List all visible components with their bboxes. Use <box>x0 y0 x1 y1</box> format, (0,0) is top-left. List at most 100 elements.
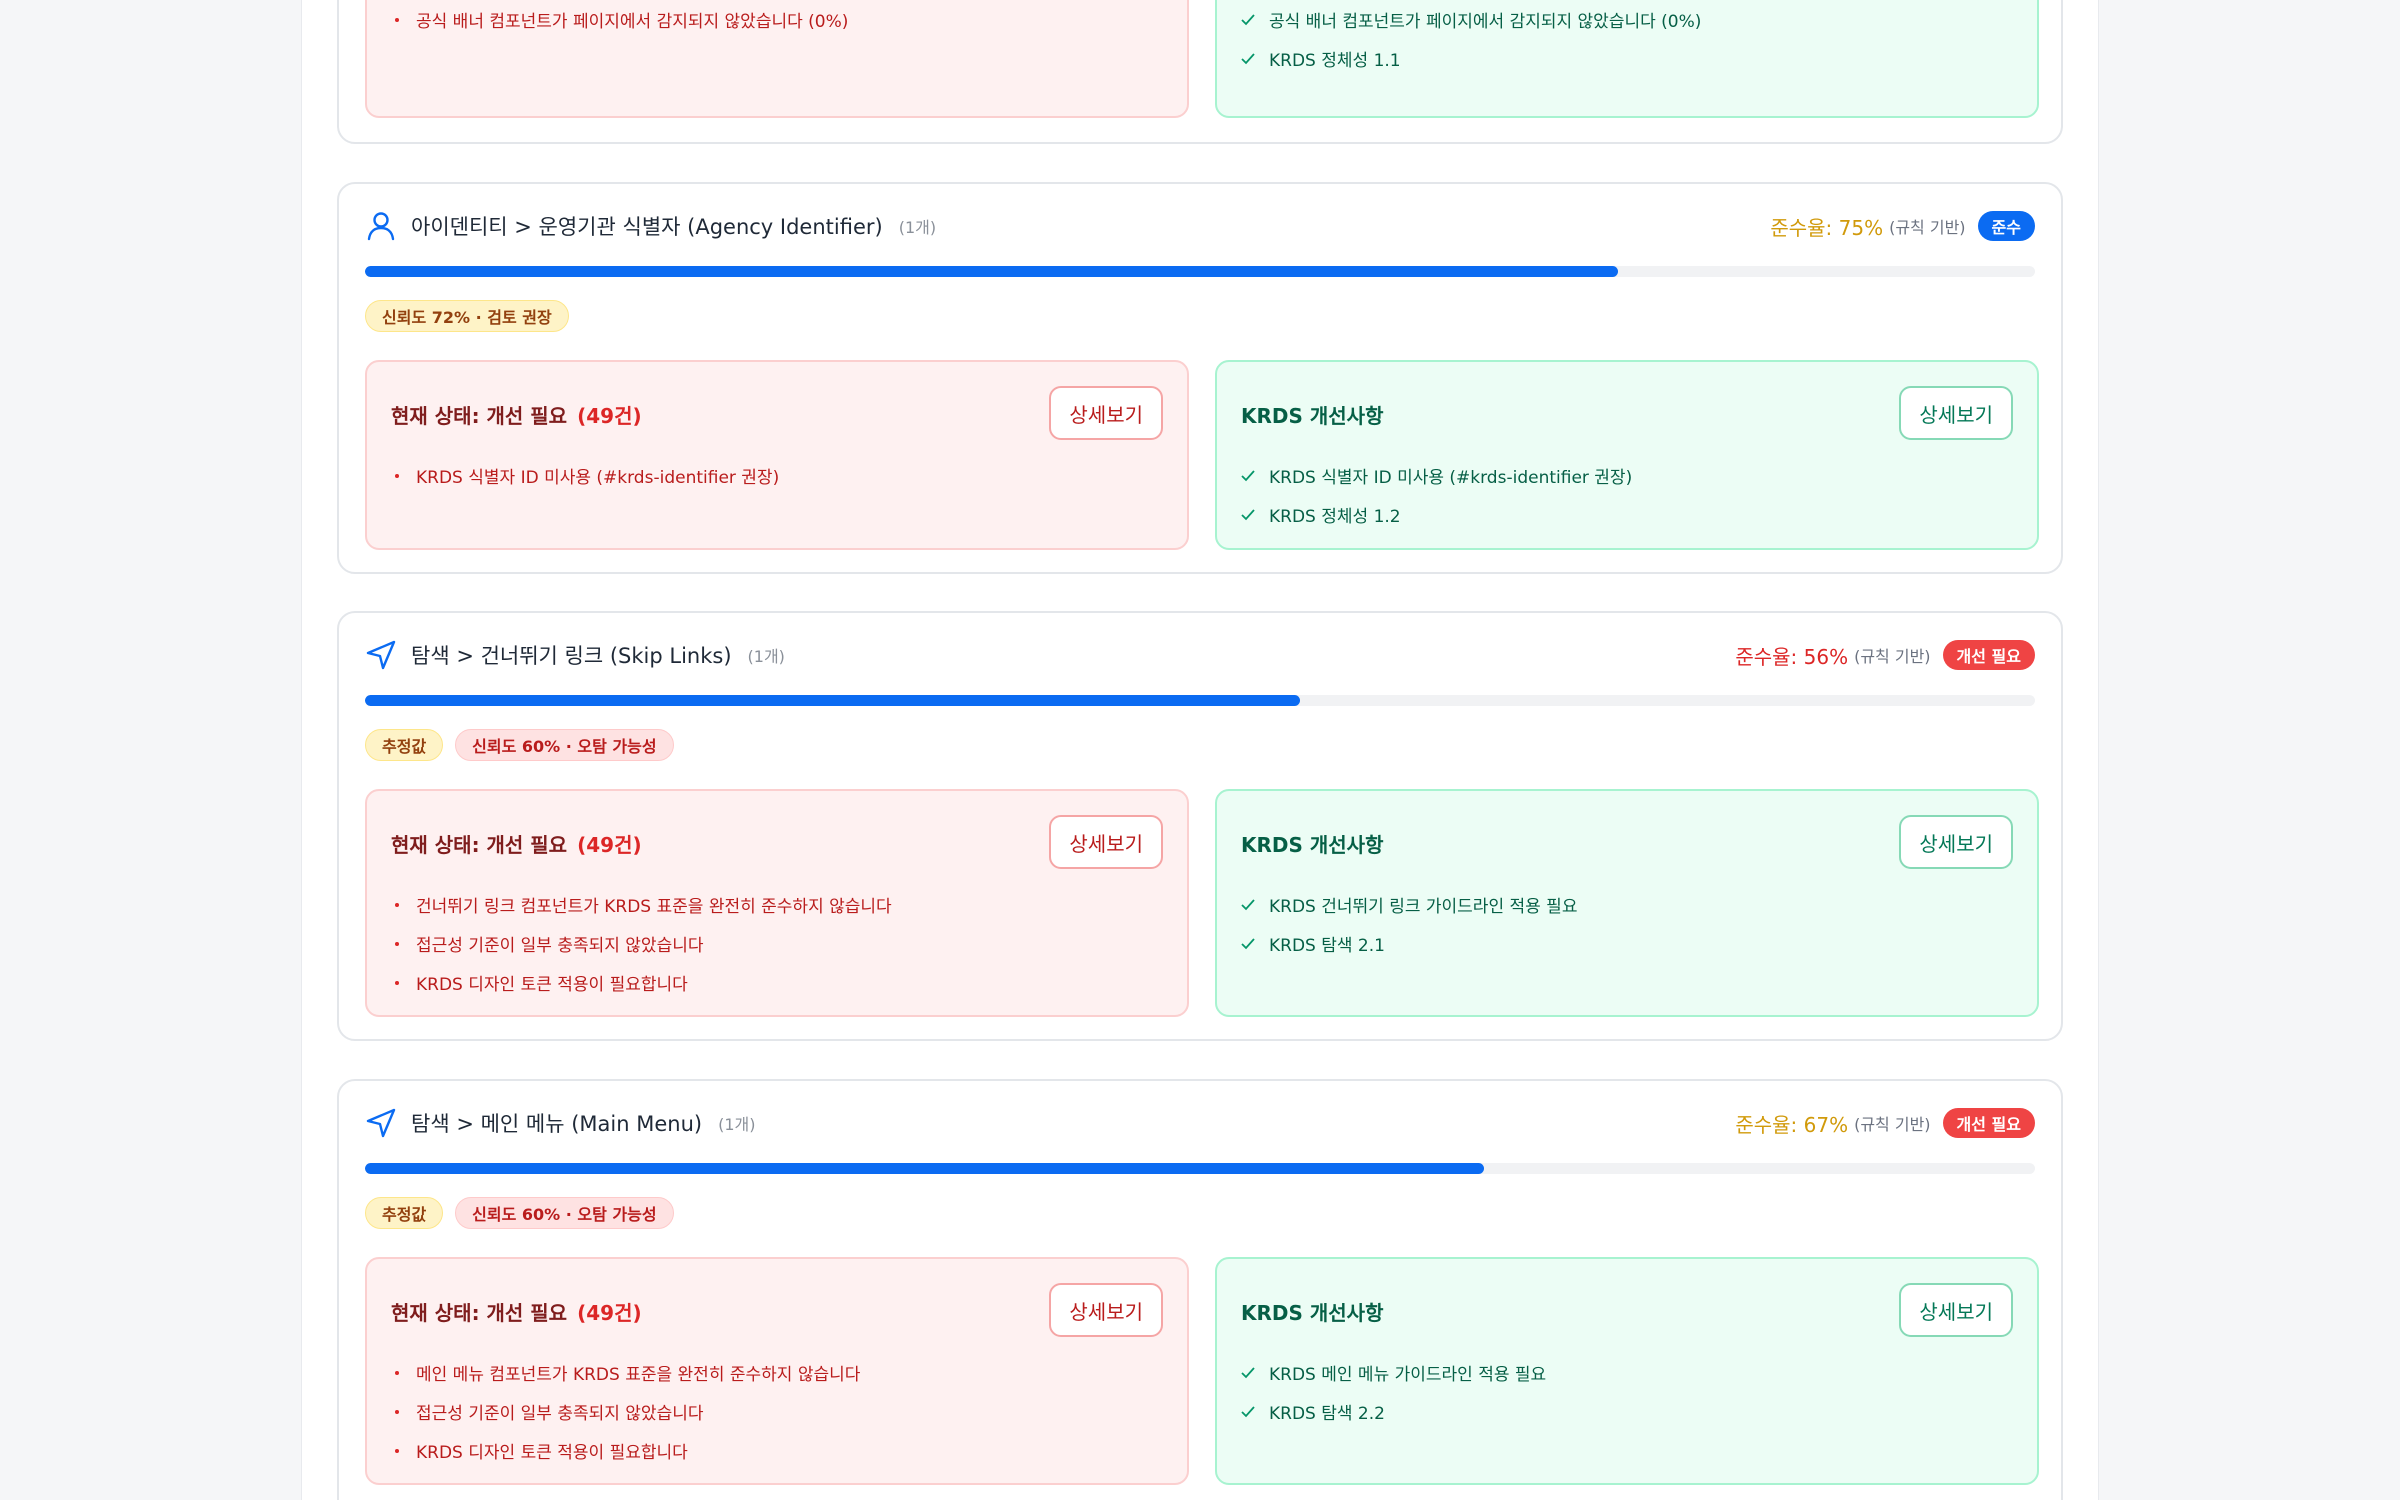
rate-basis: (규칙 기반) <box>1889 218 1966 237</box>
card-header: 탐색 > 건너뛰기 링크 (Skip Links) (1개) 준수율: 56% … <box>365 635 2035 675</box>
tag-list: 추정값 신뢰도 60% · 오탐 가능성 <box>365 1197 674 1229</box>
list-item: KRDS 건너뛰기 링크 가이드라인 적용 필요 <box>1241 885 2013 924</box>
navigation-icon <box>365 639 397 671</box>
navigation-icon <box>365 1107 397 1139</box>
panel-title: KRDS 개선사항 <box>1241 1301 1384 1325</box>
panel-title: 현재 상태: 개선 필요 (49건) <box>391 1301 642 1325</box>
bullet-icon <box>395 902 399 907</box>
bullet-icon <box>395 1370 399 1375</box>
bullet-icon <box>395 1409 399 1414</box>
list-item: KRDS 탐색 2.2 <box>1241 1392 2013 1431</box>
bullet-icon <box>395 17 399 22</box>
panel-title: KRDS 개선사항 <box>1241 833 1384 857</box>
improvement-list: KRDS 식별자 ID 미사용 (#krds-identifier 권장) KR… <box>1241 456 2013 534</box>
item-count: (1개) <box>747 647 785 666</box>
list-item: KRDS 디자인 토큰 적용이 필요합니다 <box>391 1431 1163 1470</box>
detail-button[interactable]: 상세보기 <box>1899 815 2013 869</box>
status-badge: 개선 필요 <box>1942 640 2035 670</box>
component-card-skip-links: 탐색 > 건너뛰기 링크 (Skip Links) (1개) 준수율: 56% … <box>337 611 2063 1041</box>
user-icon <box>365 210 397 242</box>
compliance-progress-bar <box>365 1163 2035 1174</box>
tag-list: 신뢰도 72% · 검토 권장 <box>365 300 569 332</box>
progress-fill <box>365 266 1618 277</box>
check-icon <box>1241 52 1259 65</box>
improvement-list: KRDS 건너뛰기 링크 가이드라인 적용 필요 KRDS 탐색 2.1 <box>1241 885 2013 963</box>
rate-basis: (규칙 기반) <box>1854 1115 1931 1134</box>
panel-title: KRDS 개선사항 <box>1241 404 1384 428</box>
check-icon <box>1241 1366 1259 1379</box>
compliance-rate: 준수율: 67% <box>1735 1112 1849 1137</box>
issue-list: 메인 메뉴 컴포넌트가 KRDS 표준을 완전히 준수하지 않습니다 접근성 기… <box>391 1353 1163 1470</box>
card-title: 아이덴티티 > 운영기관 식별자 (Agency Identifier) <box>411 215 883 239</box>
check-icon <box>1241 898 1259 911</box>
bullet-icon <box>395 473 399 478</box>
list-item: KRDS 디자인 토큰 적용이 필요합니다 <box>391 963 1163 1002</box>
check-icon <box>1241 937 1259 950</box>
list-item: 접근성 기준이 일부 충족되지 않았습니다 <box>391 924 1163 963</box>
confidence-tag: 신뢰도 60% · 오탐 가능성 <box>455 729 674 761</box>
krds-improvement-panel: KRDS 개선사항 상세보기 KRDS 메인 메뉴 가이드라인 적용 필요 KR… <box>1215 1257 2039 1485</box>
detail-button[interactable]: 상세보기 <box>1049 815 1163 869</box>
compliance-progress-bar <box>365 695 2035 706</box>
estimate-tag: 추정값 <box>365 1197 444 1229</box>
issue-count: (49건) <box>577 1301 642 1325</box>
list-item: 공식 배너 컴포넌트가 페이지에서 감지되지 않았습니다 (0%) <box>1241 0 2013 39</box>
issue-list: 공식 배너 컴포넌트가 페이지에서 감지되지 않았습니다 (0%) <box>391 0 1163 39</box>
list-item: KRDS 정체성 1.2 <box>1241 495 2013 534</box>
list-item: KRDS 메인 메뉴 가이드라인 적용 필요 <box>1241 1353 2013 1392</box>
current-status-panel: 상세보기 공식 배너 컴포넌트가 페이지에서 감지되지 않았습니다 (0%) <box>365 0 1189 118</box>
rate-basis: (규칙 기반) <box>1854 647 1931 666</box>
detail-button[interactable]: 상세보기 <box>1049 386 1163 440</box>
list-item: KRDS 식별자 ID 미사용 (#krds-identifier 권장) <box>391 456 1163 495</box>
confidence-tag: 신뢰도 60% · 오탐 가능성 <box>455 1197 674 1229</box>
component-card-main-menu: 탐색 > 메인 메뉴 (Main Menu) (1개) 준수율: 67% (규칙… <box>337 1079 2063 1500</box>
issue-count: (49건) <box>577 833 642 857</box>
compliance-progress-bar <box>365 266 2035 277</box>
card-title: 탐색 > 메인 메뉴 (Main Menu) <box>411 1112 703 1136</box>
compliance-rate: 준수율: 75% <box>1770 215 1884 240</box>
panel-title: 현재 상태: 개선 필요 (49건) <box>391 833 642 857</box>
component-card-banner: 상세보기 공식 배너 컴포넌트가 페이지에서 감지되지 않았습니다 (0%) 상… <box>337 0 2063 144</box>
current-status-panel: 현재 상태: 개선 필요 (49건) 상세보기 건너뛰기 링크 컴포넌트가 KRD… <box>365 789 1189 1017</box>
check-icon <box>1241 13 1259 26</box>
issue-count: (49건) <box>577 404 642 428</box>
detail-button[interactable]: 상세보기 <box>1899 386 2013 440</box>
card-header: 아이덴티티 > 운영기관 식별자 (Agency Identifier) (1개… <box>365 206 2035 246</box>
check-icon <box>1241 1405 1259 1418</box>
list-item: KRDS 탐색 2.1 <box>1241 924 2013 963</box>
item-count: (1개) <box>718 1115 756 1134</box>
list-item: KRDS 정체성 1.1 <box>1241 39 2013 78</box>
compliance-rate: 준수율: 56% <box>1735 644 1849 669</box>
bullet-icon <box>395 941 399 946</box>
list-item: 공식 배너 컴포넌트가 페이지에서 감지되지 않았습니다 (0%) <box>391 0 1163 39</box>
krds-improvement-panel: KRDS 개선사항 상세보기 KRDS 건너뛰기 링크 가이드라인 적용 필요 … <box>1215 789 2039 1017</box>
improvement-list: KRDS 메인 메뉴 가이드라인 적용 필요 KRDS 탐색 2.2 <box>1241 1353 2013 1431</box>
component-card-agency-identifier: 아이덴티티 > 운영기관 식별자 (Agency Identifier) (1개… <box>337 182 2063 574</box>
status-badge: 준수 <box>1977 211 2035 241</box>
item-count: (1개) <box>898 218 937 237</box>
issue-list: 건너뛰기 링크 컴포넌트가 KRDS 표준을 완전히 준수하지 않습니다 접근성… <box>391 885 1163 1002</box>
list-item: 건너뛰기 링크 컴포넌트가 KRDS 표준을 완전히 준수하지 않습니다 <box>391 885 1163 924</box>
issue-list: KRDS 식별자 ID 미사용 (#krds-identifier 권장) <box>391 456 1163 495</box>
bullet-icon <box>395 980 399 985</box>
list-item: 메인 메뉴 컴포넌트가 KRDS 표준을 완전히 준수하지 않습니다 <box>391 1353 1163 1392</box>
panel-title: 현재 상태: 개선 필요 (49건) <box>391 404 642 428</box>
card-title: 탐색 > 건너뛰기 링크 (Skip Links) <box>411 644 732 668</box>
status-badge: 개선 필요 <box>1942 1108 2035 1138</box>
list-item: 접근성 기준이 일부 충족되지 않았습니다 <box>391 1392 1163 1431</box>
bullet-icon <box>395 1448 399 1453</box>
check-icon <box>1241 508 1259 521</box>
tag-list: 추정값 신뢰도 60% · 오탐 가능성 <box>365 729 674 761</box>
detail-button[interactable]: 상세보기 <box>1049 1283 1163 1337</box>
check-icon <box>1241 469 1259 482</box>
card-header: 탐색 > 메인 메뉴 (Main Menu) (1개) 준수율: 67% (규칙… <box>365 1103 2035 1143</box>
progress-fill <box>365 695 1301 706</box>
krds-improvement-panel: 상세보기 공식 배너 컴포넌트가 페이지에서 감지되지 않았습니다 (0%) K… <box>1215 0 2039 118</box>
current-status-panel: 현재 상태: 개선 필요 (49건) 상세보기 메인 메뉴 컴포넌트가 KRDS … <box>365 1257 1189 1485</box>
estimate-tag: 추정값 <box>365 729 444 761</box>
krds-improvement-panel: KRDS 개선사항 상세보기 KRDS 식별자 ID 미사용 (#krds-id… <box>1215 360 2039 550</box>
list-item: KRDS 식별자 ID 미사용 (#krds-identifier 권장) <box>1241 456 2013 495</box>
improvement-list: 공식 배너 컴포넌트가 페이지에서 감지되지 않았습니다 (0%) KRDS 정… <box>1241 0 2013 78</box>
detail-button[interactable]: 상세보기 <box>1899 1283 2013 1337</box>
confidence-tag: 신뢰도 72% · 검토 권장 <box>365 300 569 332</box>
